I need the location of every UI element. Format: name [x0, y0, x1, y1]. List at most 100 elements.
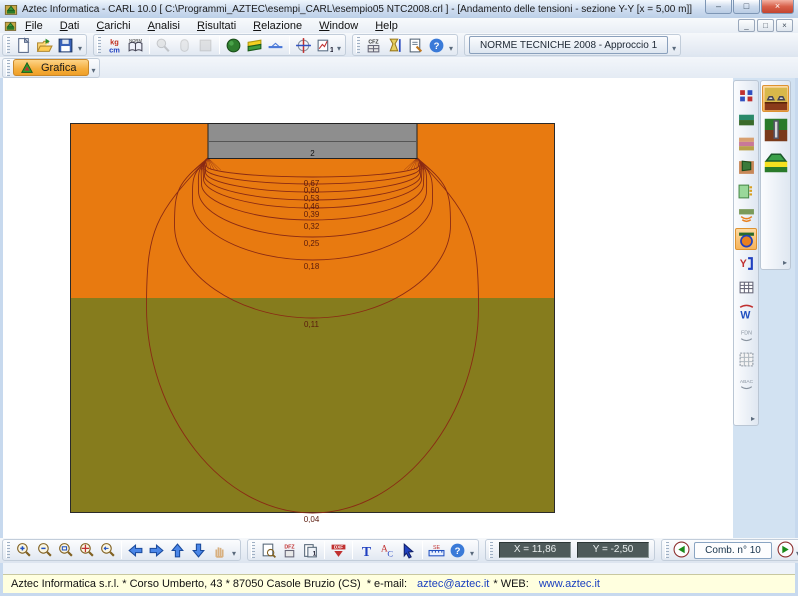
grid-table-button[interactable]: [735, 348, 757, 370]
overflow-chevron-icon[interactable]: ▾: [335, 44, 343, 55]
footings-button[interactable]: [762, 85, 789, 112]
close-button[interactable]: ×: [761, 0, 794, 14]
zoom-in-button[interactable]: [13, 540, 34, 561]
font-abc-button[interactable]: AC: [377, 540, 398, 561]
open-folder-button[interactable]: [34, 35, 55, 56]
stress-contour-plot[interactable]: 20,670,600,530,460,390,320,250,180,110,0…: [70, 123, 555, 527]
bottom-toolbar: ▾DFZ1DXFTACSE?▾ X = 11,86 Y = -2,50 Comb…: [0, 538, 798, 563]
dxf-export-button[interactable]: DXF: [328, 540, 349, 561]
overflow-chevron-icon[interactable]: ▸: [751, 414, 757, 423]
anchor-pile-button[interactable]: [735, 180, 757, 202]
hand-button[interactable]: [209, 540, 230, 561]
menu-item-file[interactable]: File: [23, 20, 45, 32]
zoom-out-button[interactable]: [34, 540, 55, 561]
zoom-extents-button[interactable]: [76, 540, 97, 561]
cfz-button[interactable]: CFZ: [363, 35, 384, 56]
report-button[interactable]: [405, 35, 426, 56]
web-link[interactable]: www.aztec.it: [539, 578, 600, 590]
combination-readout: Comb. n° 10: [694, 542, 772, 559]
units-kgcm-button[interactable]: kgcm: [104, 35, 125, 56]
menu-item-help[interactable]: Help: [373, 20, 400, 32]
pile-section-button[interactable]: [762, 116, 789, 143]
font-abc-icon: AC: [379, 542, 396, 559]
svg-text:cm: cm: [109, 45, 120, 54]
cfz-small-button[interactable]: DFZ: [279, 540, 300, 561]
fdn-curve-button[interactable]: FDN: [735, 324, 757, 346]
zoom-previous-button[interactable]: [97, 540, 118, 561]
text-T-button[interactable]: T: [356, 540, 377, 561]
norme-tecniche-button[interactable]: NORME TECNICHE 2008 - Approccio 1: [469, 36, 668, 54]
previous-combination-button[interactable]: [672, 541, 690, 559]
pointer-button[interactable]: [398, 540, 419, 561]
stratigraphy-layers-button[interactable]: [735, 132, 757, 154]
overflow-chevron-icon[interactable]: ▾: [230, 549, 238, 560]
next-combination-button[interactable]: [776, 541, 794, 559]
toolbar-grip[interactable]: [489, 542, 493, 558]
mdi-restore-button[interactable]: □: [757, 19, 774, 32]
zoom-in-icon: [15, 542, 32, 559]
menu-item-dati[interactable]: Dati: [58, 20, 82, 32]
chart-plus-button[interactable]: 1: [314, 35, 335, 56]
save-button[interactable]: [55, 35, 76, 56]
terrain-sphere-button[interactable]: [223, 35, 244, 56]
maximize-button[interactable]: □: [733, 0, 760, 14]
tab-grafica[interactable]: Grafica: [13, 59, 89, 76]
toolbar-grip[interactable]: [6, 37, 10, 53]
word-export-button[interactable]: W: [735, 300, 757, 322]
measure-button[interactable]: SE: [426, 540, 447, 561]
menu-item-relazione[interactable]: Relazione: [251, 20, 304, 32]
pan-right-button[interactable]: [146, 540, 167, 561]
svg-text:?: ?: [434, 41, 440, 52]
pan-left-button[interactable]: [125, 540, 146, 561]
email-link[interactable]: aztec@aztec.it: [417, 578, 489, 590]
embankment-button[interactable]: [762, 147, 789, 174]
print-preview-button[interactable]: [258, 540, 279, 561]
road-section-button[interactable]: [265, 35, 286, 56]
legend-squares-button[interactable]: [735, 84, 757, 106]
section-y-icon: Y: [738, 255, 755, 272]
menu-item-window[interactable]: Window: [317, 20, 360, 32]
mdi-close-button[interactable]: ×: [776, 19, 793, 32]
zoom-window-button[interactable]: [55, 540, 76, 561]
table-button[interactable]: [735, 276, 757, 298]
help-button[interactable]: ?: [447, 540, 468, 561]
svg-text:CFZ: CFZ: [368, 39, 379, 45]
toolbar-grip[interactable]: [356, 37, 360, 53]
soil-profile-button[interactable]: [735, 108, 757, 130]
help-button[interactable]: ?: [426, 35, 447, 56]
stress-bulb-button[interactable]: [735, 228, 757, 250]
new-document-button[interactable]: [13, 35, 34, 56]
save-icon: [57, 37, 74, 54]
overflow-chevron-icon[interactable]: ▾: [670, 44, 678, 55]
toolbar-grip[interactable]: [6, 60, 10, 76]
load-arcs-button[interactable]: [735, 204, 757, 226]
menu-item-risultati[interactable]: Risultati: [195, 20, 238, 32]
overflow-chevron-icon[interactable]: ▾: [447, 44, 455, 55]
stratigraphy-button[interactable]: [244, 35, 265, 56]
excavation-button[interactable]: [735, 156, 757, 178]
abac-curve-button[interactable]: ABAC: [735, 372, 757, 394]
overflow-chevron-icon[interactable]: ▸: [783, 258, 789, 267]
norme-book-button[interactable]: NORM: [125, 35, 146, 56]
overflow-chevron-icon[interactable]: ▾: [89, 66, 97, 77]
overflow-chevron-icon[interactable]: ▾: [794, 549, 798, 560]
menu-item-analisi[interactable]: Analisi: [146, 20, 182, 32]
x-coordinate-readout: X = 11,86: [499, 542, 571, 558]
menu-item-carichi[interactable]: Carichi: [94, 20, 132, 32]
toolbar-grip[interactable]: [665, 542, 669, 558]
minimize-button[interactable]: –: [705, 0, 732, 14]
hourglass-ruler-button[interactable]: [384, 35, 405, 56]
pan-up-button[interactable]: [167, 540, 188, 561]
toolbar-grip[interactable]: [6, 542, 10, 558]
pan-down-button[interactable]: [188, 540, 209, 561]
globe-arrows-button[interactable]: [293, 35, 314, 56]
pile-section-icon: [764, 118, 788, 142]
toolbar-grip[interactable]: [97, 37, 101, 53]
section-y-button[interactable]: Y: [735, 252, 757, 274]
overflow-chevron-icon[interactable]: ▾: [76, 44, 84, 55]
toolbar-grip[interactable]: [251, 542, 255, 558]
drawing-canvas[interactable]: 20,670,600,530,460,390,320,250,180,110,0…: [3, 78, 795, 538]
sheet-one-button[interactable]: 1: [300, 540, 321, 561]
overflow-chevron-icon[interactable]: ▾: [468, 549, 476, 560]
mdi-minimize-button[interactable]: _: [738, 19, 755, 32]
